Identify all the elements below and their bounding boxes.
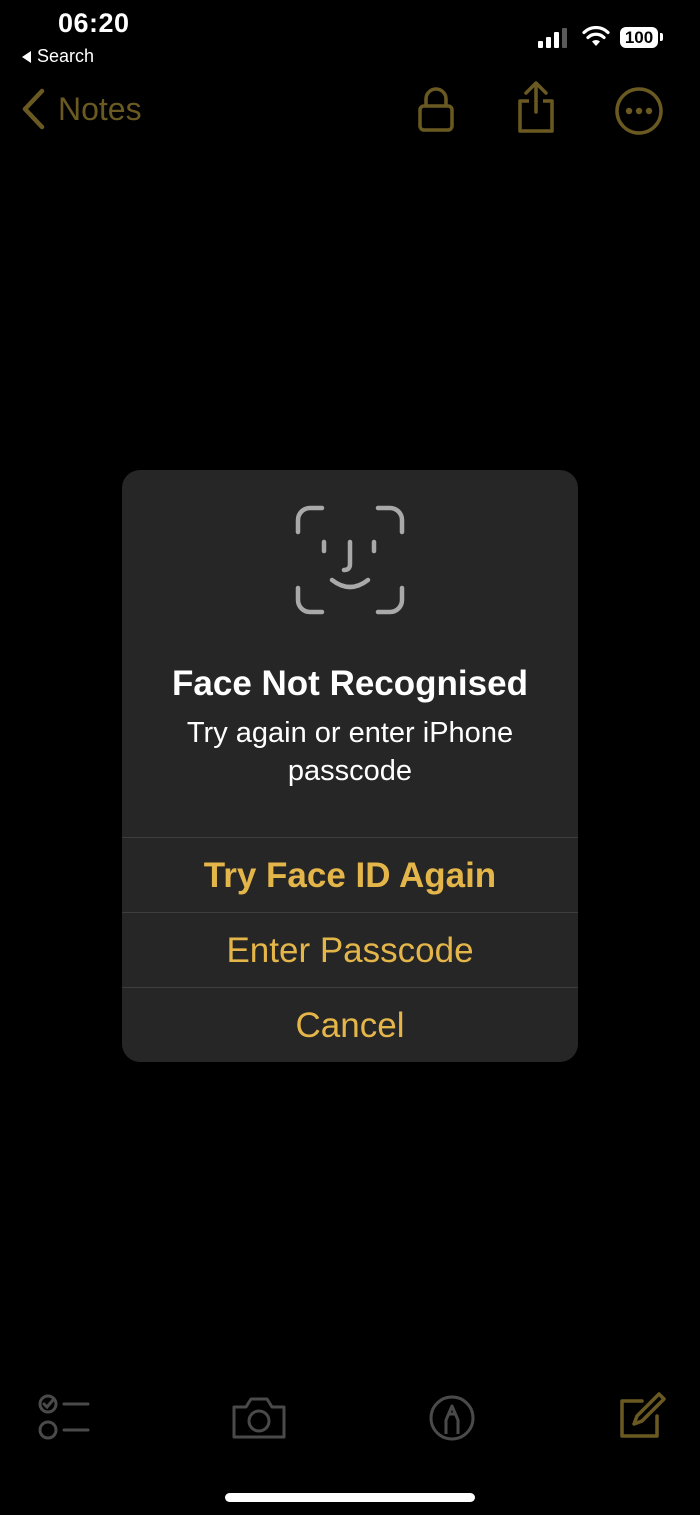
alert-message: Try again or enter iPhone passcode — [186, 717, 514, 787]
camera-icon[interactable] — [230, 1393, 288, 1441]
home-indicator[interactable] — [225, 1493, 475, 1502]
cellular-signal-icon — [538, 28, 567, 48]
markup-icon[interactable] — [428, 1394, 476, 1442]
more-icon[interactable] — [614, 86, 664, 136]
compose-icon[interactable] — [616, 1392, 666, 1442]
back-to-app-label: Search — [37, 46, 95, 66]
cancel-button[interactable]: Cancel — [122, 988, 578, 1062]
battery-indicator: 100 — [620, 27, 658, 48]
back-triangle-icon — [22, 50, 31, 63]
lock-icon[interactable] — [414, 86, 458, 134]
alert-title: Face Not Recognised — [172, 664, 528, 703]
wifi-icon — [582, 26, 610, 46]
chevron-left-icon — [22, 88, 45, 130]
face-id-alert: Face Not Recognised Try again or enter i… — [122, 470, 578, 1062]
back-to-app-link[interactable]: Search — [22, 46, 94, 67]
status-time: 06:20 — [58, 8, 130, 38]
share-icon[interactable] — [512, 80, 560, 136]
face-id-icon — [295, 505, 405, 615]
back-to-notes-label: Notes — [58, 90, 142, 127]
battery-tip — [660, 33, 663, 41]
checklist-icon[interactable] — [38, 1393, 92, 1443]
try-face-id-again-button[interactable]: Try Face ID Again — [122, 838, 578, 912]
back-to-notes-button[interactable]: Notes — [20, 88, 142, 130]
enter-passcode-button[interactable]: Enter Passcode — [122, 913, 578, 987]
